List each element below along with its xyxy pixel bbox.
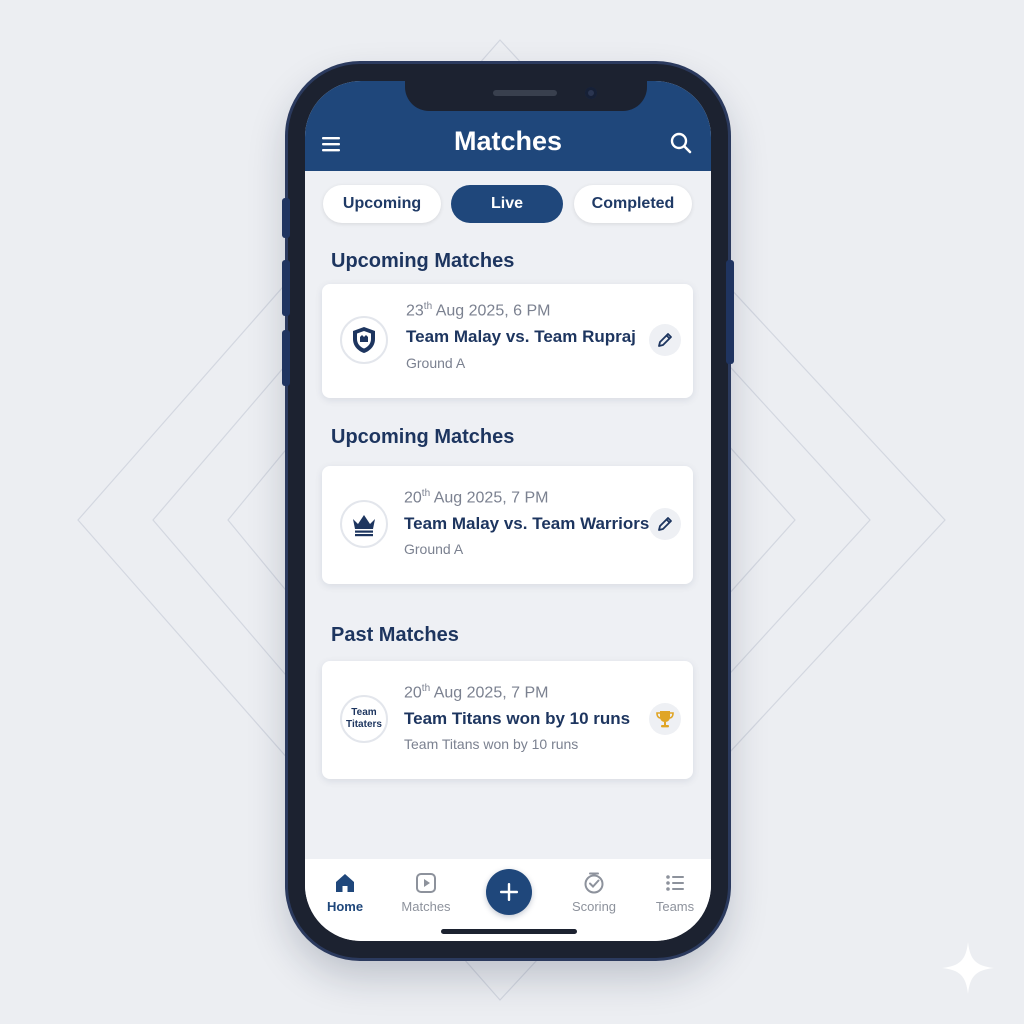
nav-scoring-label: Scoring xyxy=(571,899,617,914)
edit-icon xyxy=(658,333,672,347)
match-date: 23th Aug 2025, 6 PM xyxy=(406,301,551,320)
section-title-upcoming: Upcoming Matches xyxy=(331,250,515,272)
team-logo xyxy=(340,316,388,364)
section-title-upcoming-2: Upcoming Matches xyxy=(331,426,515,448)
notch xyxy=(405,81,647,111)
screen: Matches Upcoming Live Completed Upcoming… xyxy=(305,81,711,941)
match-card[interactable]: Team Titaters 20th Aug 2025, 7 PM Team T… xyxy=(322,661,693,779)
match-ground: Ground A xyxy=(404,541,464,557)
edit-button[interactable] xyxy=(649,508,681,540)
page-title: Matches xyxy=(453,126,563,156)
match-card[interactable]: 20th Aug 2025, 7 PM Team Malay vs. Team … xyxy=(322,466,693,584)
speaker xyxy=(493,90,557,96)
teams-icon xyxy=(666,875,684,891)
home-icon xyxy=(336,874,354,892)
tab-upcoming[interactable]: Upcoming xyxy=(323,185,441,223)
search-icon[interactable] xyxy=(669,131,693,155)
home-indicator xyxy=(441,929,577,934)
mute-switch xyxy=(282,198,290,238)
nav-teams-label: Teams xyxy=(655,899,695,914)
match-title: Team Malay vs. Team Warriors xyxy=(404,514,650,533)
match-card[interactable]: 23th Aug 2025, 6 PM Team Malay vs. Team … xyxy=(322,284,693,398)
nav-home[interactable]: Home xyxy=(310,871,380,914)
match-title: Team Malay vs. Team Rupraj xyxy=(406,327,636,346)
scoring-icon xyxy=(584,872,604,894)
nav-scoring[interactable]: Scoring xyxy=(559,871,629,914)
match-ground: Ground A xyxy=(406,355,466,371)
nav-home-label: Home xyxy=(326,899,364,914)
edit-button[interactable] xyxy=(649,324,681,356)
shield-icon xyxy=(353,327,375,353)
power-button xyxy=(726,260,734,364)
volume-up-button xyxy=(282,260,290,316)
section-title-past: Past Matches xyxy=(331,624,459,646)
tab-live[interactable]: Live xyxy=(451,185,563,223)
phone-frame: Matches Upcoming Live Completed Upcoming… xyxy=(282,64,734,958)
match-result-title: Team Titans won by 10 runs xyxy=(404,709,631,728)
team-logo xyxy=(340,500,388,548)
match-date: 20th Aug 2025, 7 PM xyxy=(404,488,549,507)
match-date: 20th Aug 2025, 7 PM xyxy=(404,683,549,702)
tab-completed[interactable]: Completed xyxy=(574,185,692,223)
nav-teams[interactable]: Teams xyxy=(640,871,710,914)
trophy-button[interactable] xyxy=(649,703,681,735)
front-camera xyxy=(585,87,597,99)
edit-icon xyxy=(658,517,672,531)
team-logo-text: Team Titaters xyxy=(346,707,382,730)
match-result: Team Titans won by 10 runs xyxy=(404,736,579,752)
add-match-button[interactable] xyxy=(486,869,532,915)
volume-down-button xyxy=(282,330,290,386)
crown-icon xyxy=(353,515,375,537)
team-logo: Team Titaters xyxy=(340,695,388,743)
nav-matches-label: Matches xyxy=(401,899,451,914)
trophy-icon xyxy=(656,711,674,728)
sparkle-icon xyxy=(942,942,994,994)
match-filter-tabs: Upcoming Live Completed xyxy=(323,185,693,223)
plus-icon xyxy=(500,883,518,901)
matches-icon xyxy=(416,873,436,893)
nav-matches[interactable]: Matches xyxy=(391,871,461,914)
